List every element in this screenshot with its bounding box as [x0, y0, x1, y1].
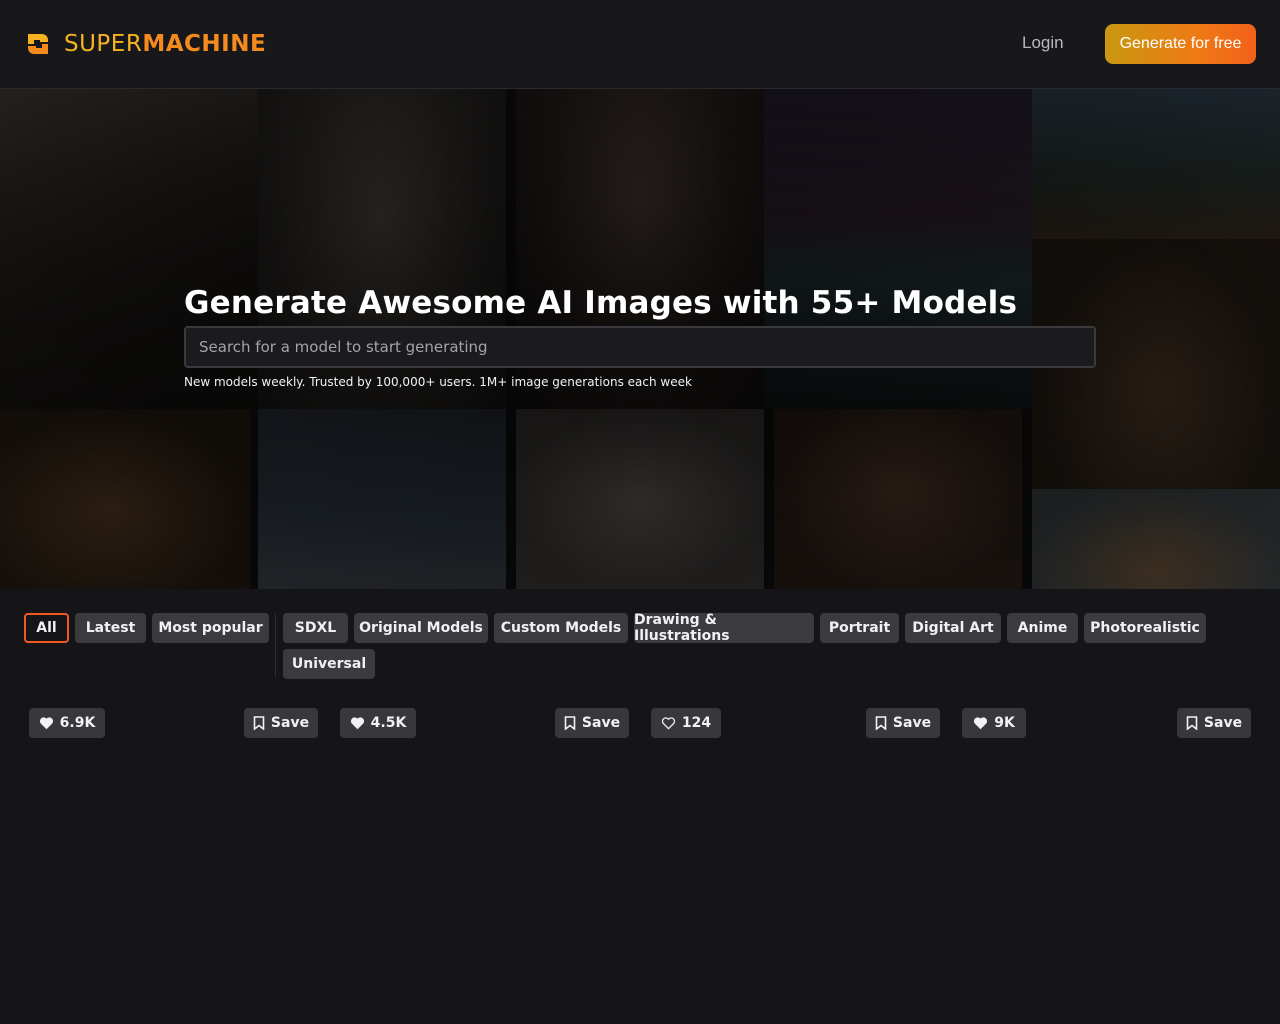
- top-nav: SUPERMACHINE Login Generate for free: [0, 0, 1280, 89]
- heart-icon: [973, 716, 988, 730]
- bookmark-icon: [875, 716, 887, 730]
- hero-title: Generate Awesome AI Images with 55+ Mode…: [184, 285, 1018, 321]
- like-count: 9K: [994, 715, 1015, 731]
- heart-outline-icon: [661, 716, 676, 730]
- login-link[interactable]: Login: [1022, 33, 1064, 53]
- model-search-input[interactable]: [184, 326, 1096, 368]
- logo-wordmark: SUPERMACHINE: [64, 31, 266, 57]
- logo[interactable]: SUPERMACHINE: [24, 30, 266, 58]
- filter-divider: [275, 613, 276, 677]
- hero-subtitle: New models weekly. Trusted by 100,000+ u…: [184, 375, 692, 389]
- bookmark-icon: [253, 716, 265, 730]
- save-label: Save: [270, 715, 310, 731]
- filter-original-models[interactable]: Original Models: [354, 613, 488, 643]
- like-button[interactable]: 4.5K: [340, 708, 416, 738]
- save-label: Save: [892, 715, 932, 731]
- filter-photorealistic[interactable]: Photorealistic: [1084, 613, 1206, 643]
- filter-sdxl[interactable]: SDXL: [283, 613, 348, 643]
- filter-universal[interactable]: Universal: [283, 649, 375, 679]
- save-button[interactable]: Save: [1177, 708, 1251, 738]
- save-label: Save: [581, 715, 621, 731]
- bookmark-icon: [1186, 716, 1198, 730]
- like-button[interactable]: 9K: [962, 708, 1026, 738]
- bookmark-icon: [564, 716, 576, 730]
- heart-icon: [350, 716, 365, 730]
- hero-section: Generate Awesome AI Images with 55+ Mode…: [0, 89, 1280, 589]
- filter-latest[interactable]: Latest: [75, 613, 146, 643]
- filter-portrait[interactable]: Portrait: [820, 613, 899, 643]
- save-label: Save: [1203, 715, 1243, 731]
- filter-digital-art[interactable]: Digital Art: [905, 613, 1001, 643]
- filter-most-popular[interactable]: Most popular: [152, 613, 269, 643]
- save-button[interactable]: Save: [244, 708, 318, 738]
- like-button[interactable]: 124: [651, 708, 721, 738]
- like-count: 6.9K: [59, 715, 96, 731]
- filter-anime[interactable]: Anime: [1007, 613, 1078, 643]
- filter-drawing-illustrations[interactable]: Drawing & Illustrations: [634, 612, 814, 644]
- like-count: 124: [681, 715, 712, 731]
- filter-all[interactable]: All: [24, 613, 69, 643]
- logo-icon: [24, 30, 52, 58]
- filter-custom-models[interactable]: Custom Models: [494, 613, 628, 643]
- logo-text-part2: MACHINE: [142, 31, 267, 57]
- like-button[interactable]: 6.9K: [29, 708, 105, 738]
- like-count: 4.5K: [370, 715, 407, 731]
- save-button[interactable]: Save: [866, 708, 940, 738]
- save-button[interactable]: Save: [555, 708, 629, 738]
- logo-text-part1: SUPER: [64, 31, 143, 57]
- generate-for-free-button[interactable]: Generate for free: [1105, 24, 1256, 64]
- heart-icon: [39, 716, 54, 730]
